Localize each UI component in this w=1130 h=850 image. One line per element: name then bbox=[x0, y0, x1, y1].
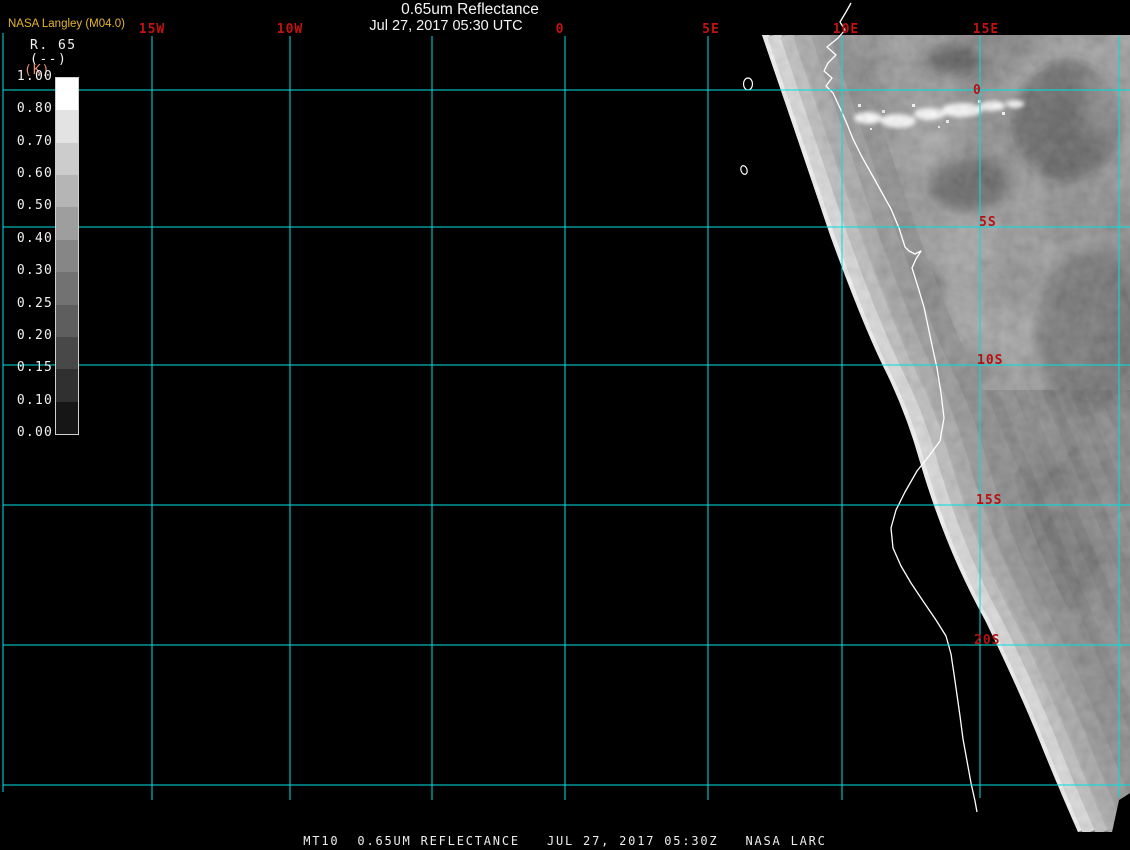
colorbar-variable: R. 65 bbox=[30, 38, 77, 53]
footer-annotation: MT10 0.65UM REFLECTANCE JUL 27, 2017 05:… bbox=[0, 832, 1130, 850]
colorbar-segment bbox=[56, 336, 78, 370]
lon-label-15w: 15W bbox=[138, 22, 166, 37]
colorbar-tick: 0.20 bbox=[16, 328, 53, 343]
island-outline bbox=[742, 77, 754, 91]
colorbar-tick: 0.50 bbox=[16, 198, 53, 213]
lat-label-5s: 5S bbox=[979, 215, 997, 230]
colorbar-tick: 0.70 bbox=[16, 134, 53, 149]
colorbar-gradient bbox=[55, 77, 79, 435]
colorbar-tick: 0.10 bbox=[16, 393, 53, 408]
island-outline-small bbox=[740, 165, 748, 175]
lon-label-0: 0 bbox=[555, 22, 565, 37]
lat-label-15s: 15S bbox=[976, 493, 1003, 508]
map-canvas bbox=[2, 2, 1130, 832]
lon-label-5e: 5E bbox=[702, 22, 720, 37]
colorbar-tick: 0.40 bbox=[16, 231, 53, 246]
lon-label-10w: 10W bbox=[276, 22, 304, 37]
satellite-image-viewer: NASA Langley (M04.0) 0.65um Reflectance … bbox=[0, 0, 1130, 850]
satellite-swath bbox=[762, 35, 1130, 832]
colorbar-segment bbox=[56, 304, 78, 337]
lat-label-20s: 20S bbox=[974, 633, 1001, 648]
page-title: 0.65um Reflectance bbox=[401, 1, 539, 18]
colorbar-segment bbox=[56, 142, 78, 176]
lon-label-10e: 10E bbox=[832, 22, 860, 37]
colorbar-segment bbox=[56, 239, 78, 273]
colorbar-tick: 0.30 bbox=[16, 263, 53, 278]
colorbar-tick: 0.15 bbox=[16, 360, 53, 375]
colorbar-segment bbox=[56, 78, 78, 111]
lat-label-0: 0 bbox=[973, 83, 982, 98]
colorbar-tick: 1.00 bbox=[16, 69, 53, 84]
colorbar-segment bbox=[56, 207, 78, 240]
colorbar-segment bbox=[56, 110, 78, 143]
colorbar-tick: 0.60 bbox=[16, 166, 53, 181]
colorbar-tick: 0.00 bbox=[16, 425, 53, 440]
colorbar-segment bbox=[56, 369, 78, 402]
colorbar-tick: 0.25 bbox=[16, 296, 53, 311]
lat-label-10s: 10S bbox=[977, 353, 1004, 368]
colorbar-tick: 0.80 bbox=[16, 101, 53, 116]
lon-label-15e: 15E bbox=[972, 22, 1000, 37]
agency-label: NASA Langley (M04.0) bbox=[8, 18, 125, 30]
colorbar-segment bbox=[56, 175, 78, 208]
colorbar-segment bbox=[56, 401, 78, 434]
timestamp: Jul 27, 2017 05:30 UTC bbox=[369, 18, 523, 34]
colorbar-segment bbox=[56, 272, 78, 305]
